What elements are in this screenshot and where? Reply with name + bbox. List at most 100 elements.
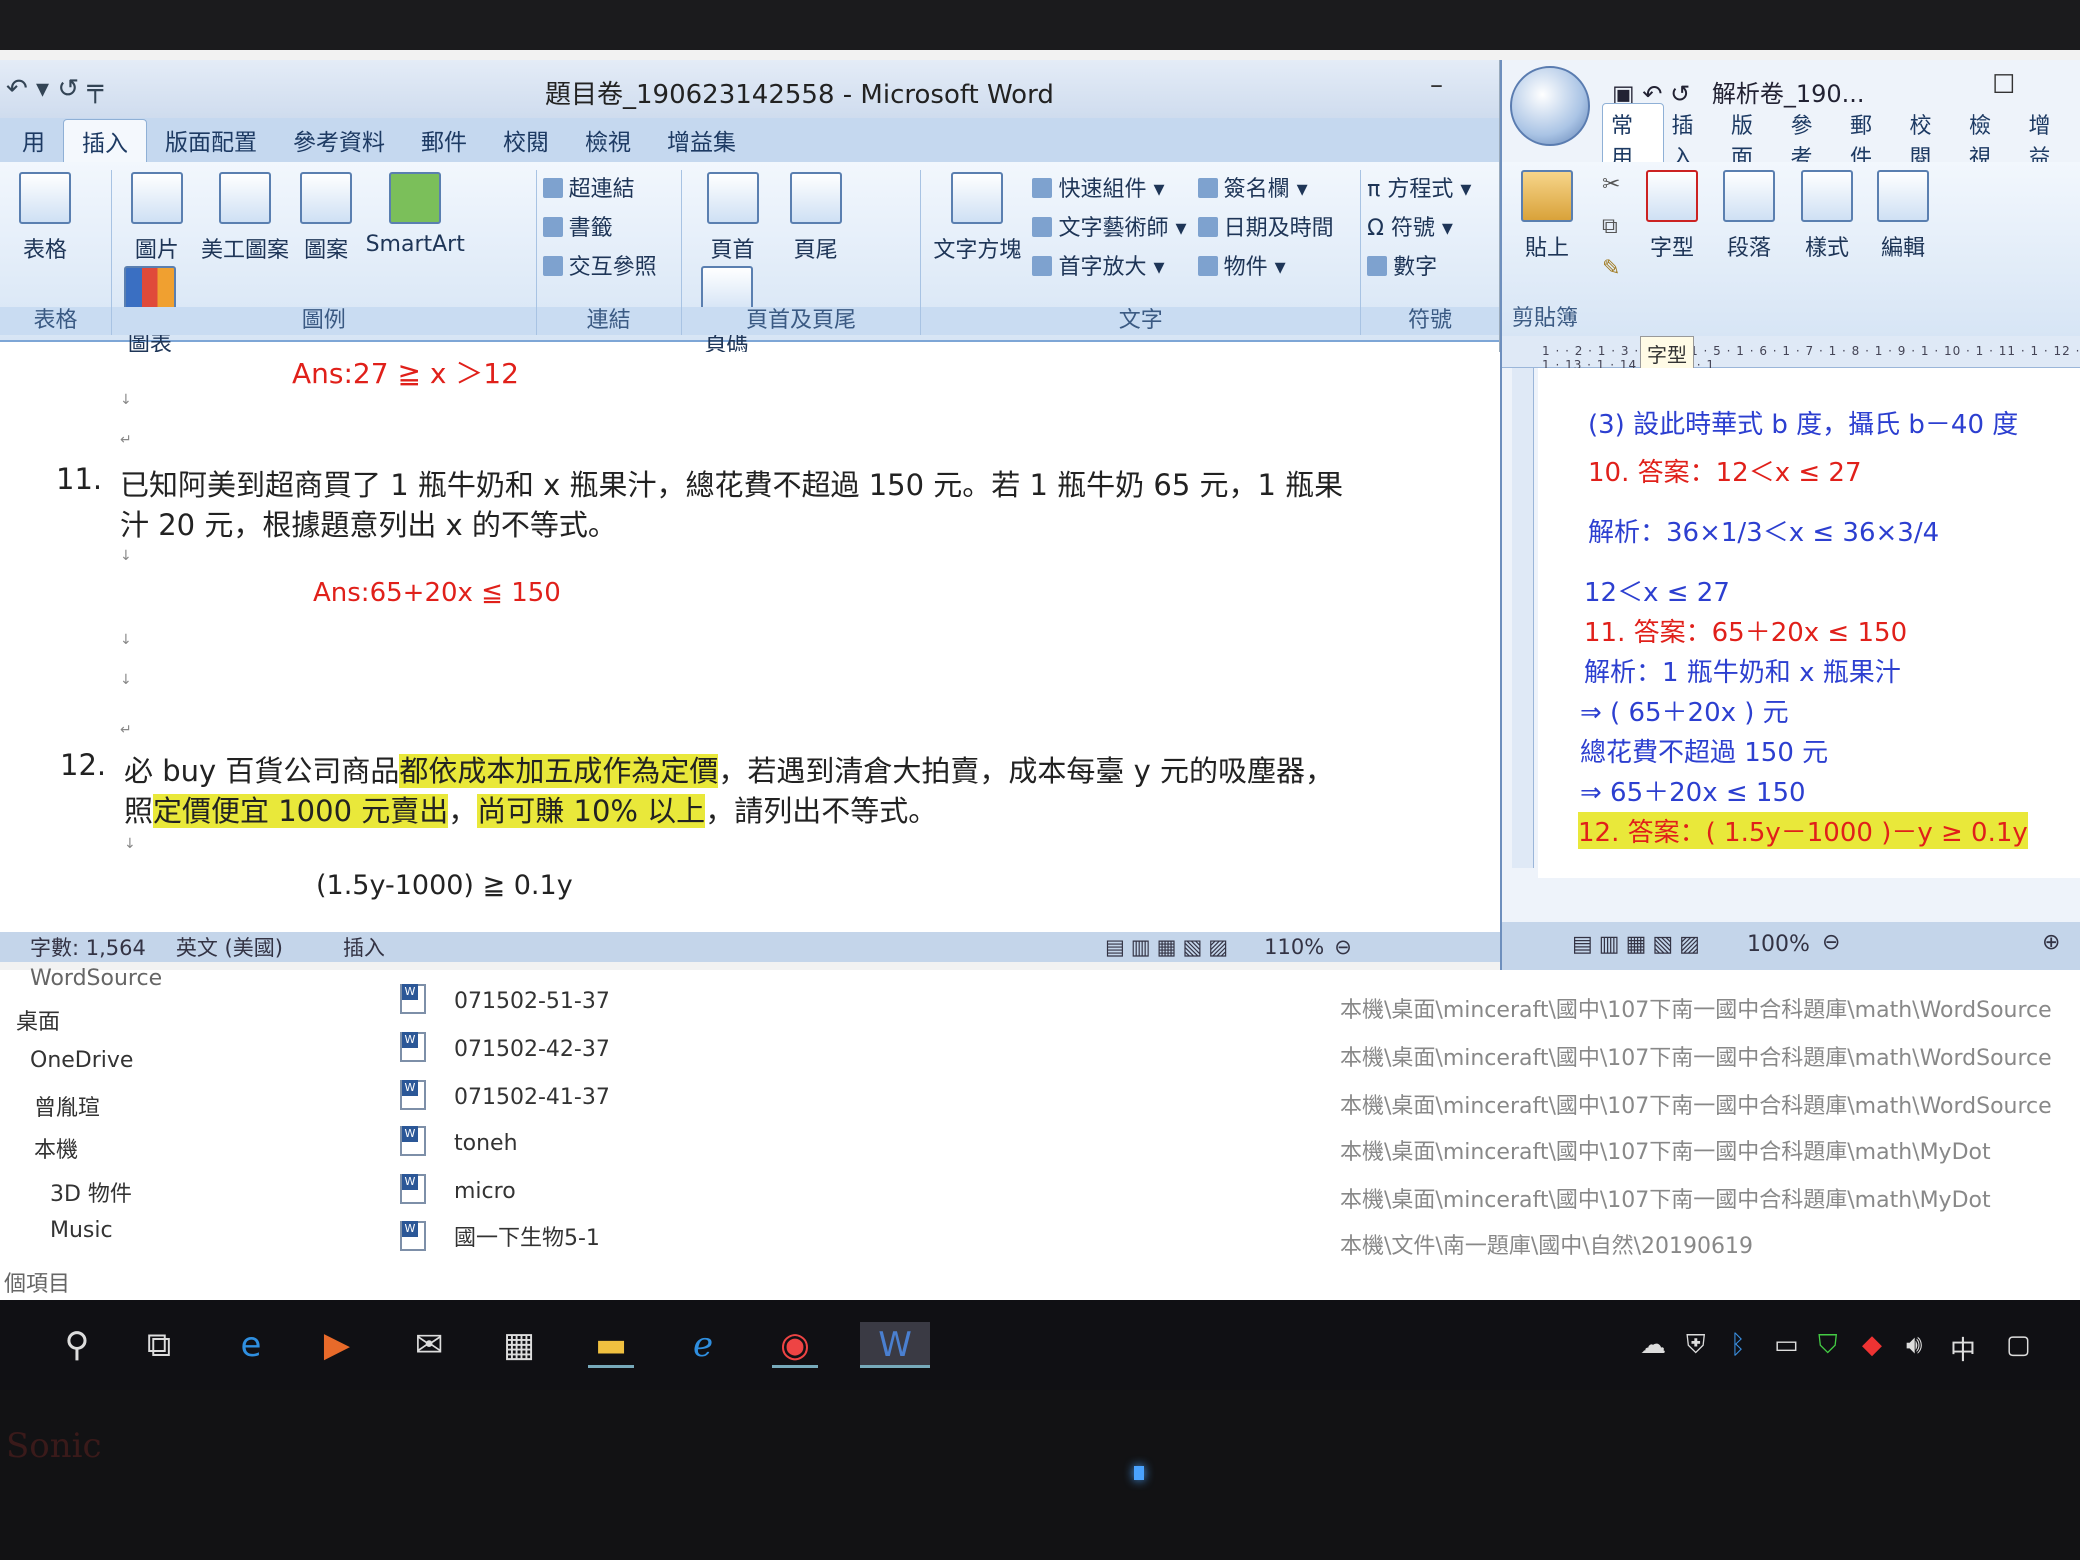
file-row[interactable]: micro	[400, 1174, 516, 1204]
office-button[interactable]	[1510, 66, 1590, 146]
header-button[interactable]: 頁首	[694, 172, 772, 264]
group-text: 文字方塊 快速組件 ▾ 文字藝術師 ▾ 首字放大 ▾ 簽名欄 ▾ 日期及時間 物…	[921, 170, 1362, 335]
quick-access-toolbar[interactable]: ↶ ▾ ↺ ╤	[6, 74, 103, 104]
tab-addins[interactable]: 增益集	[649, 119, 754, 161]
font-button[interactable]: 字型	[1637, 170, 1707, 262]
file-row[interactable]: 071502-41-37	[400, 1080, 610, 1110]
vertical-ruler[interactable]	[1512, 368, 1534, 868]
hyperlink-button[interactable]: 超連結	[542, 170, 675, 209]
network-icon[interactable]: ▭	[1774, 1330, 1799, 1360]
copy-icon[interactable]: ⧉	[1602, 214, 1618, 239]
file-row[interactable]: 071502-42-37	[400, 1032, 610, 1062]
answer-12: (1.5y-1000) ≧ 0.1y	[316, 870, 573, 901]
zoom-out-icon[interactable]: ⊖	[1334, 935, 1352, 959]
view-buttons-b[interactable]: ▤▥▦▧▨	[1572, 932, 1706, 957]
paragraph-mark: ↓	[124, 836, 136, 852]
nav-item[interactable]: WordSource	[30, 966, 162, 991]
group-label-clipboard: 剪貼簿	[1512, 306, 1579, 331]
antivirus-icon[interactable]: ◆	[1862, 1330, 1882, 1360]
file-row[interactable]: 國一下生物5-1	[400, 1220, 600, 1252]
clipart-button[interactable]: 美工圖案	[201, 172, 289, 264]
file-row[interactable]: 071502-51-37	[400, 984, 610, 1014]
date-time-button[interactable]: 日期及時間	[1197, 209, 1334, 248]
dropcap-button[interactable]: 首字放大 ▾	[1032, 248, 1186, 287]
answer-document-page[interactable]: (3) 設此時華式 b 度，攝氏 b－40 度 10. 答案：12＜x ≤ 27…	[1538, 368, 2080, 878]
media-player-icon[interactable]: ▶	[314, 1322, 360, 1368]
mail-icon[interactable]: ✉	[406, 1322, 452, 1368]
paragraph-button[interactable]: 段落	[1712, 170, 1786, 262]
tab-references[interactable]: 參考資料	[275, 119, 403, 161]
nav-item-this-pc[interactable]: 本機	[34, 1132, 78, 1164]
file-row[interactable]: toneh	[400, 1126, 518, 1156]
nav-item-user[interactable]: 曾胤瑄	[34, 1090, 100, 1122]
textbox-button[interactable]: 文字方塊	[927, 172, 1027, 264]
tab-mailings[interactable]: 郵件	[403, 119, 485, 161]
tab-home[interactable]: 用	[4, 119, 63, 161]
cross-reference-button[interactable]: 交互參照	[542, 248, 675, 287]
footer-button[interactable]: 頁尾	[777, 172, 855, 264]
insert-mode[interactable]: 插入	[343, 932, 385, 962]
table-button[interactable]: 表格	[6, 172, 84, 264]
zoom-out-icon[interactable]: ⊖	[1822, 930, 1840, 955]
word-count[interactable]: 字數: 1,564	[30, 932, 146, 962]
bookmark-button[interactable]: 書籤	[542, 209, 675, 248]
smartart-button[interactable]: SmartArt	[363, 172, 467, 257]
nav-item-desktop[interactable]: 桌面	[16, 1004, 60, 1036]
zoom-level[interactable]: 110%	[1264, 935, 1324, 959]
document-page[interactable]: Ans:27 ≧ x ＞12 ↓ ↵ 11. 已知阿美到超商買了 1 瓶牛奶和 …	[0, 352, 1500, 932]
smartart-icon	[389, 172, 442, 224]
tab-view[interactable]: 檢視	[567, 119, 649, 161]
maximize-icon[interactable]: ☐	[1992, 70, 2015, 100]
chrome-icon[interactable]: ◉	[772, 1322, 818, 1368]
paragraph-mark: ↓	[120, 548, 132, 564]
security-icon[interactable]: ⛉	[1818, 1330, 1838, 1361]
tab-insert[interactable]: 插入	[63, 118, 147, 162]
shapes-button[interactable]: 圖案	[294, 172, 358, 264]
object-button[interactable]: 物件 ▾	[1197, 248, 1334, 287]
ribbon-tabs: 用 插入 版面配置 參考資料 郵件 校閱 檢視 增益集	[0, 118, 1499, 162]
cut-icon[interactable]: ✂	[1602, 172, 1620, 197]
quick-parts-button[interactable]: 快速組件 ▾	[1032, 170, 1186, 209]
answer-line: 11. 答案：65＋20x ≤ 150	[1584, 618, 1908, 648]
cloud-icon[interactable]: ☁	[1640, 1330, 1666, 1360]
view-buttons[interactable]: ▤▥▦▧▨	[1105, 935, 1234, 959]
styles-button[interactable]: 樣式	[1790, 170, 1864, 262]
task-view-icon[interactable]: ⧉	[136, 1322, 182, 1368]
minimize-icon[interactable]: –	[1430, 70, 1443, 100]
symbol-button[interactable]: Ω 符號 ▾	[1367, 209, 1493, 248]
group-label-table: 表格	[0, 307, 111, 335]
notification-icon[interactable]: ▢	[2006, 1330, 2031, 1360]
equation-button[interactable]: π 方程式 ▾	[1367, 170, 1493, 209]
internet-explorer-icon[interactable]: ℯ	[680, 1322, 726, 1368]
wordart-button[interactable]: 文字藝術師 ▾	[1032, 209, 1187, 248]
search-icon[interactable]: ⚲	[54, 1322, 100, 1368]
paste-button[interactable]: 貼上	[1512, 170, 1582, 262]
nav-item-3d-objects[interactable]: 3D 物件	[50, 1176, 132, 1208]
tab-layout[interactable]: 版面配置	[147, 119, 275, 161]
file-explorer-icon[interactable]: ▬	[588, 1322, 634, 1368]
zoom-in-icon[interactable]: ⊕	[2042, 930, 2060, 955]
ribbon: 表格 表格 圖片 美工圖案 圖案 SmartArt 圖表 圖例 超連結 書籤 交…	[0, 162, 1499, 357]
volume-icon[interactable]: 🔊︎	[1906, 1330, 1922, 1361]
format-painter-icon[interactable]: ✎	[1602, 256, 1620, 281]
editing-button[interactable]: 編輯	[1866, 170, 1940, 262]
answer-line: 解析：36×1/3＜x ≤ 36×3/4	[1588, 518, 1940, 548]
nav-item-onedrive[interactable]: OneDrive	[30, 1048, 133, 1073]
picture-button[interactable]: 圖片	[118, 172, 196, 264]
bluetooth-icon[interactable]: ᛒ	[1730, 1330, 1746, 1360]
tab-review[interactable]: 校閱	[485, 119, 567, 161]
store-icon[interactable]: ▦	[496, 1322, 542, 1368]
zoom-level-b[interactable]: 100%	[1747, 932, 1810, 957]
shield-icon[interactable]: ⛨	[1686, 1330, 1706, 1361]
number-button[interactable]: 數字	[1367, 248, 1493, 287]
edge-icon[interactable]: e	[228, 1322, 274, 1368]
language-indicator[interactable]: 英文 (美國)	[176, 932, 283, 962]
nav-item-music[interactable]: Music	[50, 1218, 113, 1243]
signature-line-button[interactable]: 簽名欄 ▾	[1197, 170, 1334, 209]
picture-icon	[130, 172, 183, 224]
group-label-links: 連結	[536, 307, 681, 335]
paragraph-mark: ↵	[120, 722, 132, 738]
horizontal-ruler[interactable]: 1 · · 2 · 1 · 3 · 1 · 4 · 1 · 5 · 1 · 6 …	[1502, 336, 2080, 372]
ime-indicator[interactable]: 中	[1950, 1330, 1976, 1367]
word-taskbar-icon[interactable]: W	[860, 1322, 930, 1368]
